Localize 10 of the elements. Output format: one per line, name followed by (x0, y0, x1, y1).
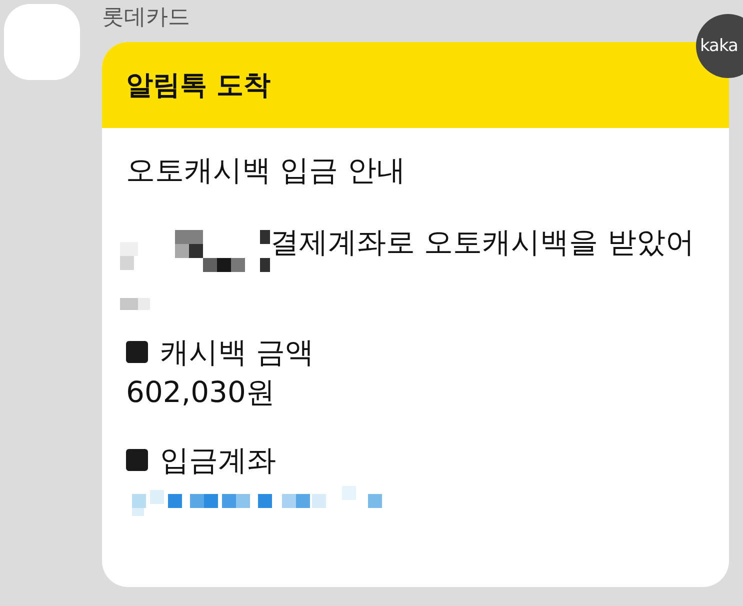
square-icon (126, 449, 148, 471)
message-title: 오토캐시백 입금 안내 (126, 152, 406, 189)
header-title: 알림톡 도착 (126, 69, 270, 103)
square-icon (126, 341, 148, 363)
section-value: 602,030원 (126, 374, 275, 411)
section-label: 캐시백 금액 (160, 334, 314, 371)
section-label: 입금계좌 (160, 442, 276, 479)
message-text: 결제계좌로 오토캐시백을 받았어 (270, 224, 694, 261)
sender-name: 롯데카드 (102, 4, 191, 32)
channel-badge: kaka (696, 14, 743, 78)
